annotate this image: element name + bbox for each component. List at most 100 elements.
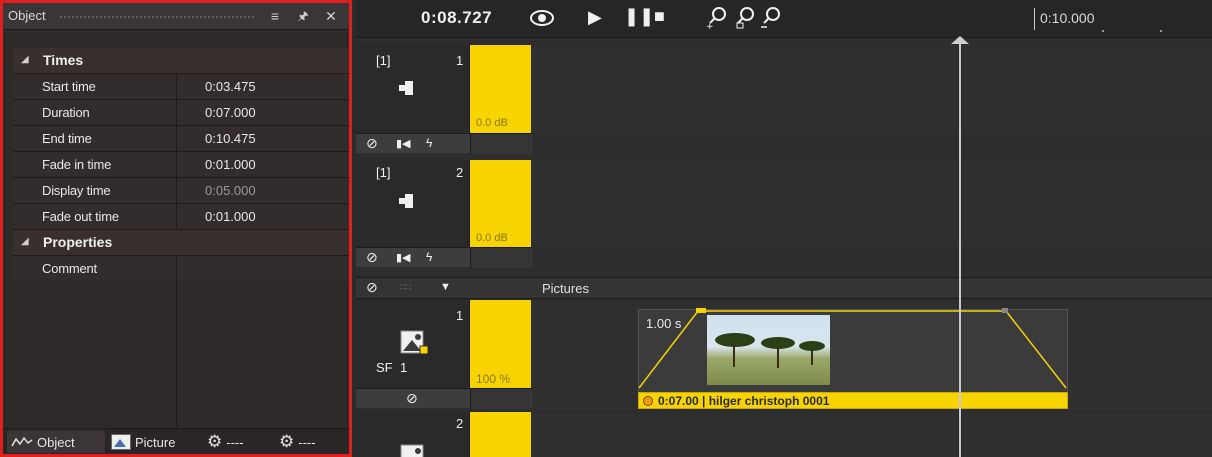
picture-track-2-header[interactable]: 2 <box>356 412 470 457</box>
property-row-duration[interactable]: Duration 0:07.000 <box>13 100 349 126</box>
disable-icon[interactable]: ⊘ <box>366 249 378 266</box>
property-row-fade-in-time[interactable]: Fade in time 0:01.000 <box>13 152 349 178</box>
thumbnail-trunk <box>733 345 735 367</box>
volume-level: 0.0 dB <box>476 117 508 129</box>
column-divider <box>176 256 177 281</box>
audio-track-2-lane[interactable] <box>532 160 1212 247</box>
property-value[interactable]: 0:10.475 <box>205 131 256 146</box>
collapse-arrow-icon[interactable]: ◢ <box>21 236 29 247</box>
zoom-in-icon[interactable]: + <box>706 6 728 30</box>
column-divider <box>176 178 177 203</box>
property-value[interactable]: 0:03.475 <box>205 79 256 94</box>
waveform-icon <box>11 436 33 447</box>
object-panel: Object ≡ 🖈 ✕ ◢ Times Start time 0:03.475… <box>0 0 352 457</box>
property-value[interactable]: 0:01.000 <box>205 157 256 172</box>
panel-close-icon[interactable]: ✕ <box>321 7 341 26</box>
picture-track-2-lane[interactable] <box>532 412 1212 457</box>
ruler-label: 0:10.000 <box>1040 10 1095 26</box>
property-row-start-time[interactable]: Start time 0:03.475 <box>13 74 349 100</box>
panel-drag-grip[interactable] <box>59 15 255 19</box>
picture-icon <box>400 330 429 355</box>
zoom-out-icon[interactable] <box>760 6 782 30</box>
lightning-icon[interactable]: ϟ <box>426 250 432 264</box>
audio-track-1-header[interactable]: [1] 1 <box>356 45 470 133</box>
track-number: 1 <box>456 53 464 68</box>
property-row-end-time[interactable]: End time 0:10.475 <box>13 126 349 152</box>
audio-track-2-header[interactable]: [1] 2 <box>356 160 470 247</box>
disable-icon[interactable]: ⊘ <box>366 279 378 296</box>
fade-duration-label: 1.00 s <box>646 316 682 331</box>
play-icon[interactable]: ▶ <box>588 7 602 28</box>
audio-track-1-level[interactable]: 0.0 dB <box>470 45 531 133</box>
property-key: Fade out time <box>42 209 119 224</box>
opacity-level: 100 % <box>476 372 511 386</box>
disable-icon[interactable]: ⊘ <box>366 135 378 152</box>
picture-track-2-opacity[interactable] <box>470 412 531 457</box>
clip-caption: 0:07.00 | hilger christoph 0001 <box>658 394 830 408</box>
audio-track-1-lane[interactable] <box>532 45 1212 133</box>
property-row-fade-out-time[interactable]: Fade out time 0:01.000 <box>13 204 349 230</box>
lightning-icon[interactable]: ϟ <box>426 136 432 150</box>
column-divider <box>176 126 177 151</box>
control-slot <box>470 134 531 154</box>
property-key: Comment <box>42 261 97 276</box>
pause-icon[interactable]: ❚❚ <box>624 6 654 27</box>
column-divider <box>176 281 177 427</box>
thumbnail-trunk <box>777 348 779 368</box>
panel-pin-icon[interactable]: 🖈 <box>293 7 313 26</box>
category-times[interactable]: ◢ Times <box>13 48 349 74</box>
volume-level: 0.0 dB <box>476 232 508 244</box>
collapse-arrow-icon[interactable]: ◢ <box>21 54 29 65</box>
tab-picture[interactable]: Picture <box>111 431 203 453</box>
tab-object[interactable]: Object <box>7 431 105 453</box>
tab-settings-1[interactable]: ⚙ ---- <box>207 431 273 453</box>
disable-icon[interactable]: ⊘ <box>406 390 418 407</box>
clip-thumbnail <box>707 315 830 385</box>
track-number: 2 <box>456 165 464 180</box>
track-group: [1] <box>376 165 391 180</box>
pictures-label: Pictures <box>542 281 589 296</box>
fade-envelope[interactable] <box>638 308 1068 390</box>
chevron-down-icon[interactable]: ▼ <box>440 281 451 293</box>
tab-label: Picture <box>135 434 176 450</box>
panel-title: Object <box>8 8 46 23</box>
property-key: End time <box>42 131 92 146</box>
transport-bar: 0:08.727 ▶ ❚❚ ■ + 0:10.000 <box>356 0 1212 38</box>
tab-settings-2[interactable]: ⚙ ---- <box>279 431 345 453</box>
property-row-comment[interactable]: Comment <box>13 256 349 282</box>
property-key: Fade in time <box>42 157 112 172</box>
dotted-pattern-icon[interactable]: ∷∷ <box>400 282 411 293</box>
category-label: Properties <box>43 234 113 250</box>
panel-titlebar[interactable]: Object ≡ 🖈 ✕ <box>3 3 349 30</box>
stop-icon[interactable]: ■ <box>654 6 665 27</box>
category-properties[interactable]: ◢ Properties <box>13 230 349 256</box>
track-sub-number: 1 <box>400 360 408 375</box>
control-slot <box>470 248 531 268</box>
clip-caption-bar[interactable]: 0:07.00 | hilger christoph 0001 <box>638 392 1068 409</box>
speaker-icon[interactable]: ▮◀ <box>396 137 411 150</box>
tab-label: ---- <box>298 434 316 450</box>
tab-label: ---- <box>226 434 244 450</box>
speaker-icon[interactable]: ▮◀ <box>396 251 411 264</box>
thumbnail-trunk <box>811 349 813 365</box>
audio-track-2-level[interactable]: 0.0 dB <box>470 160 531 247</box>
audio-track-1-controls: ⊘ ▮◀ ϟ <box>356 133 532 154</box>
status-dot-icon <box>643 396 653 406</box>
property-value: 0:05.000 <box>205 183 256 198</box>
property-value[interactable]: 0:07.000 <box>205 105 256 120</box>
panel-menu-icon[interactable]: ≡ <box>265 7 285 26</box>
zoom-fit-icon[interactable] <box>734 6 756 30</box>
tab-label: Object <box>37 434 75 450</box>
property-value[interactable]: 0:01.000 <box>205 209 256 224</box>
panel-tab-bar: Object Picture ⚙ ---- ⚙ ---- <box>3 428 349 454</box>
picture-track-1-header[interactable]: 1 SF 1 <box>356 300 470 388</box>
track-number: 2 <box>456 416 464 431</box>
playhead-line[interactable] <box>959 38 961 457</box>
ruler-minor-tick <box>1102 30 1104 32</box>
property-key: Start time <box>42 79 96 94</box>
column-divider <box>176 204 177 229</box>
property-row-display-time[interactable]: Display time 0:05.000 <box>13 178 349 204</box>
picture-track-1-opacity[interactable]: 100 % <box>470 300 531 388</box>
eye-icon[interactable] <box>529 9 555 27</box>
track-type: SF <box>376 360 393 375</box>
